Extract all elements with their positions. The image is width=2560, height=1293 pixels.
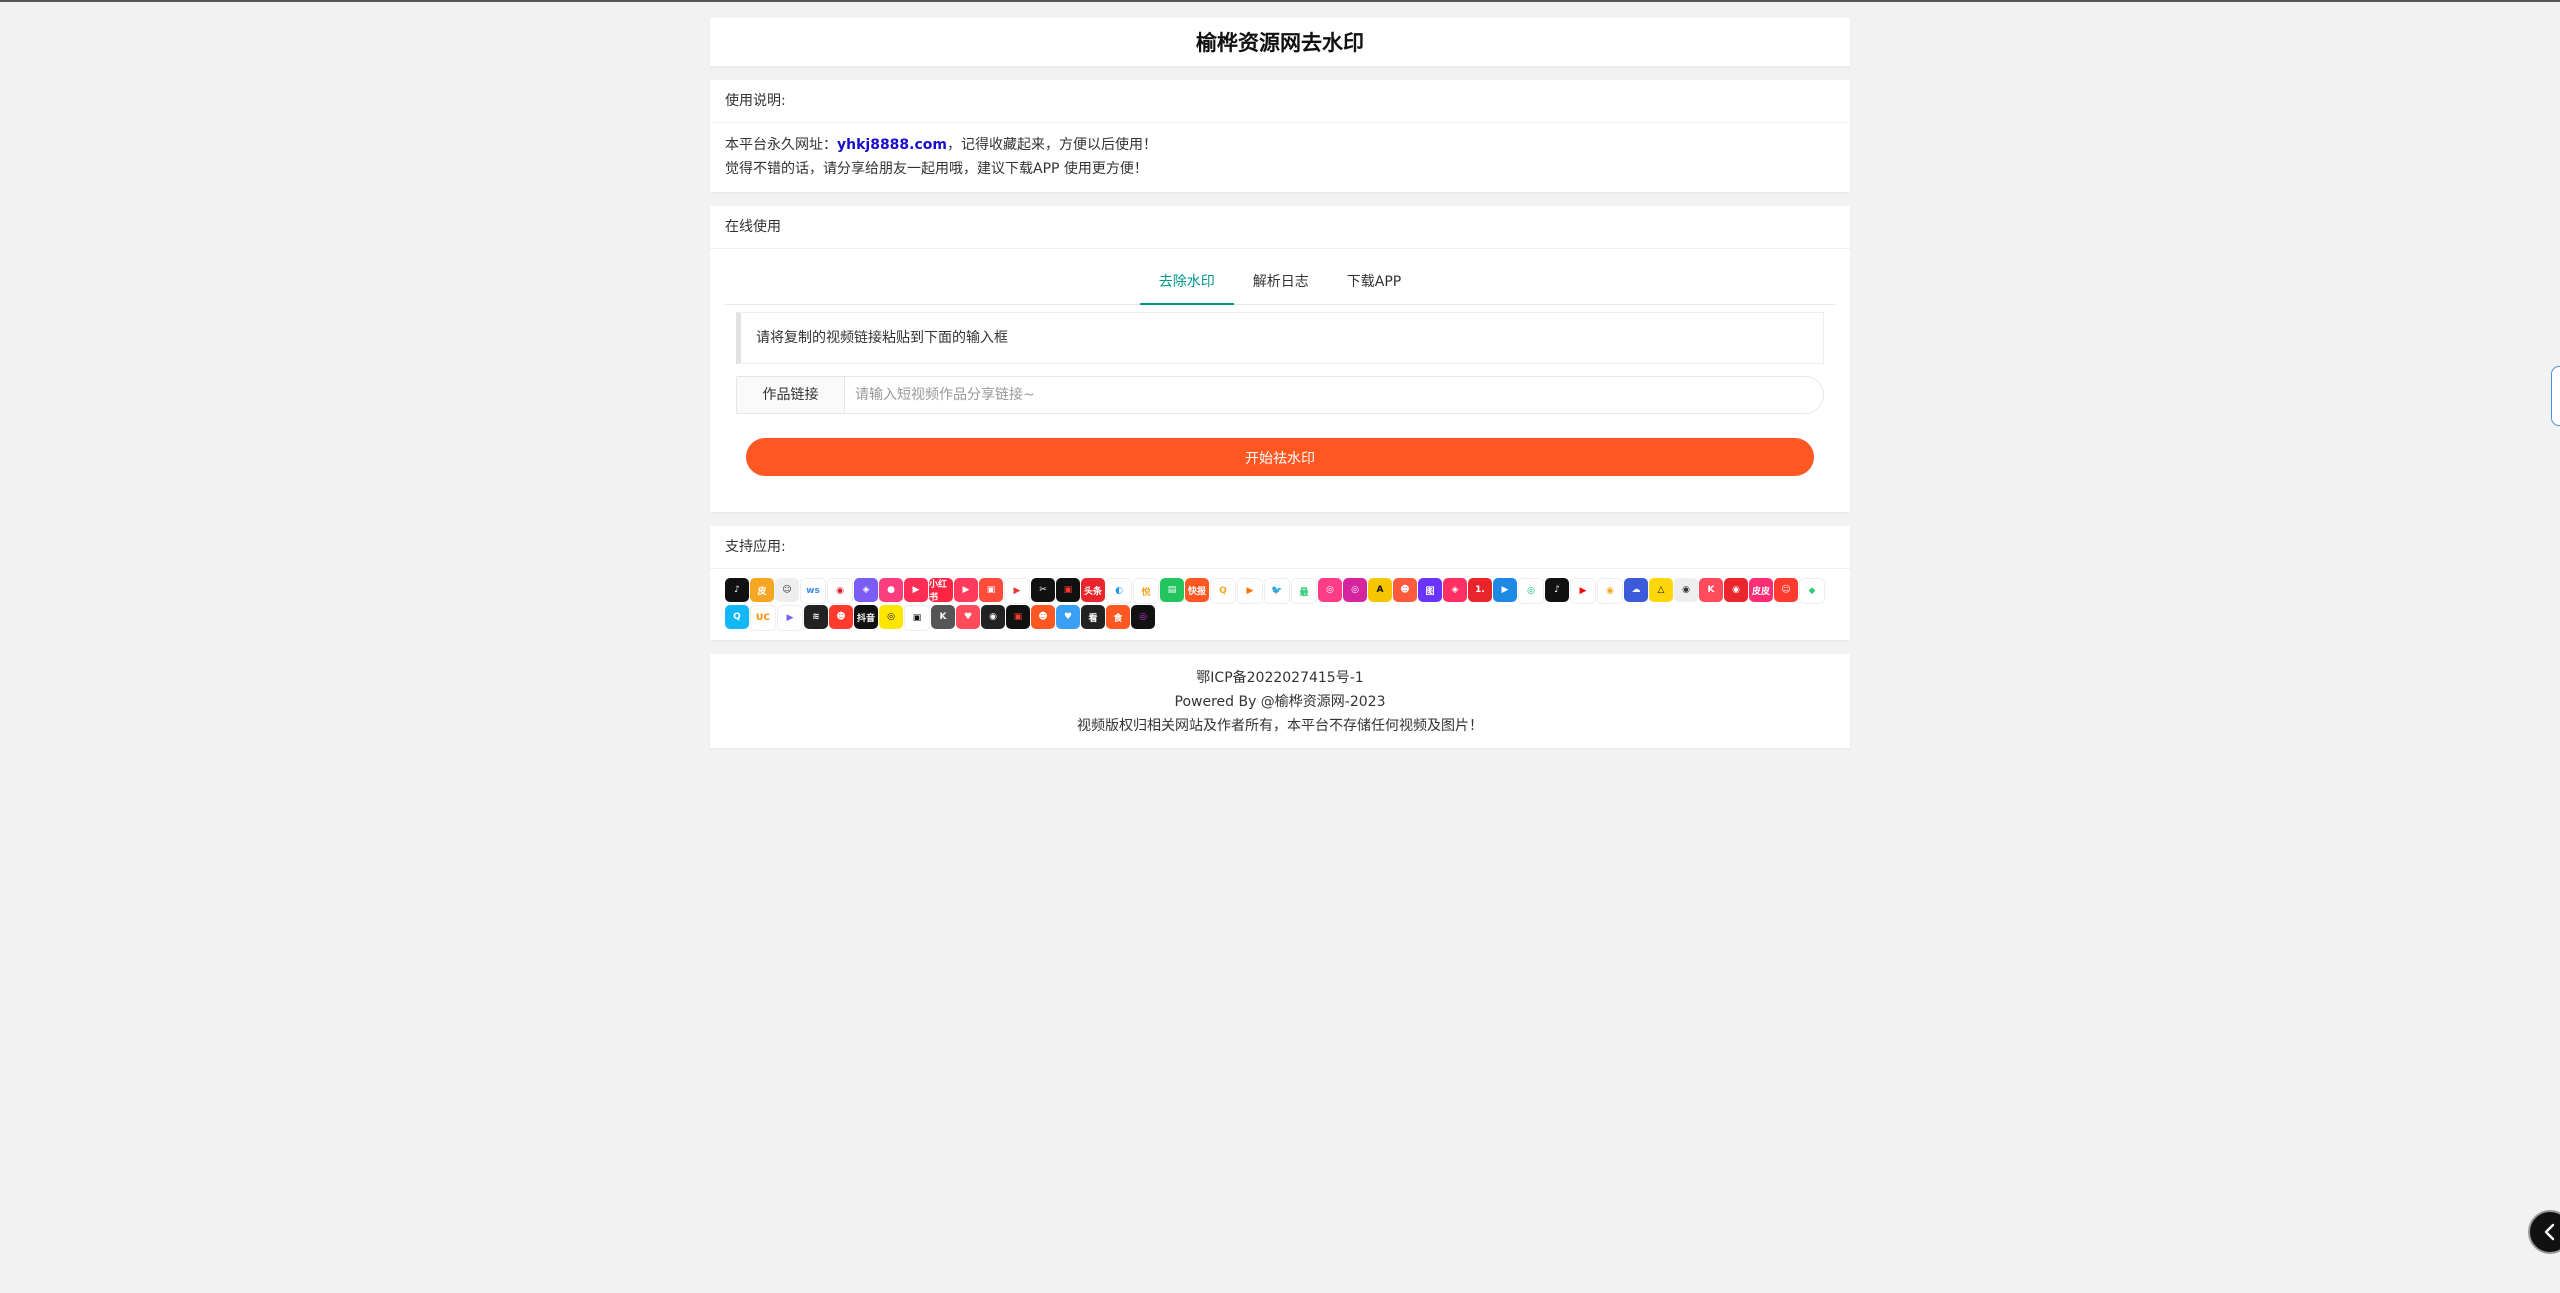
haokan-icon: ▣ [979, 578, 1003, 602]
dayu-icon: ☻ [1393, 578, 1417, 602]
notice-line-1: 本平台永久网址：yhkj8888.com，记得收藏起来，方便以后使用！ [725, 133, 1835, 157]
notice-body: 本平台永久网址：yhkj8888.com，记得收藏起来，方便以后使用！ 觉得不错… [710, 123, 1850, 191]
shipin-icon: 食 [1106, 605, 1130, 629]
video-link-input[interactable] [844, 376, 1824, 414]
zhiyin-icon: ▣ [1006, 605, 1030, 629]
huya-icon: ☻ [829, 605, 853, 629]
kuaishou-face-icon: ☺ [775, 578, 799, 602]
weibo-icon: ◉ [827, 578, 853, 604]
dy-black-icon: ▣ [904, 605, 930, 631]
qq-icon: Q [725, 605, 749, 629]
fanqie-icon: 抖音 [854, 605, 878, 629]
tuchong-icon: 图 [1418, 578, 1442, 602]
tiktok-lite-icon: ◉ [981, 605, 1005, 629]
youtube-icon: ▶ [1570, 578, 1596, 604]
kuaibao-icon: 快报 [1185, 578, 1209, 602]
douyin-icon: ♪ [725, 578, 749, 602]
online-use-card: 在线使用 去除水印 解析日志 下载APP 请将复制的视频链接粘贴到下面的输入框 … [710, 206, 1850, 512]
xiaohongshu-icon: 小红书 [929, 578, 953, 602]
bilibili-pink-icon: ● [879, 578, 903, 602]
lvdou-icon: ◆ [1799, 578, 1825, 604]
toutiao-icon: 头条 [1081, 578, 1105, 602]
jianying-icon: ✂ [1031, 578, 1055, 602]
quanmin-icon: ▶ [904, 578, 928, 602]
meishi-icon: ☺ [1774, 578, 1798, 602]
circle-app-icon: ◎ [1131, 605, 1155, 629]
tab-bar: 去除水印 解析日志 下载APP [725, 262, 1835, 305]
chevron-left-icon [2544, 1223, 2555, 1241]
tab-remove-watermark[interactable]: 去除水印 [1139, 262, 1234, 305]
momo-live-icon: ▶ [1237, 578, 1263, 604]
back-button[interactable] [2528, 1210, 2560, 1254]
kwai-icon: K [931, 605, 955, 629]
iqiyi-icon: ◎ [1518, 578, 1544, 604]
netease-music-icon: ◉ [1724, 578, 1748, 602]
momo-icon: ◎ [1318, 578, 1342, 602]
iqiyi-green-icon: ▤ [1160, 578, 1184, 602]
qq-chat-icon: ☁ [1624, 578, 1648, 602]
online-heading: 在线使用 [710, 206, 1850, 249]
shuabao-icon: △ [1649, 578, 1673, 602]
site-url-link[interactable]: yhkj8888.com [837, 137, 947, 153]
xigua-icon: ▣ [1056, 578, 1080, 602]
pipixia-icon: 皮 [750, 578, 774, 602]
weixin-video-icon: ♥ [1056, 605, 1080, 629]
notice-prefix: 本平台永久网址： [725, 137, 837, 153]
link-input-row: 作品链接 [736, 376, 1824, 414]
lvzhou-icon: ◈ [854, 578, 878, 602]
usage-notice-card: 使用说明: 本平台永久网址：yhkj8888.com，记得收藏起来，方便以后使用… [710, 80, 1850, 192]
title-card: 榆桦资源网去水印 [710, 18, 1850, 66]
zhibo-icon: ▶ [777, 605, 803, 631]
play-triangle-icon: ▶ [1004, 578, 1030, 604]
weishi-icon: ws [800, 578, 826, 604]
weibo-story-icon: ◉ [1597, 578, 1623, 604]
link-input-label: 作品链接 [736, 376, 844, 414]
copyright-disclaimer: 视频版权归相关网站及作者所有，本平台不存储任何视频及图片！ [1077, 718, 1483, 734]
tiktok-icon: ♪ [1545, 578, 1569, 602]
pipigx-icon: 皮皮 [1749, 578, 1773, 602]
notice-heading: 使用说明: [710, 80, 1850, 123]
kge-icon: K [1699, 578, 1723, 602]
kankan-icon: 看 [1081, 605, 1105, 629]
acfun-icon: A [1368, 578, 1392, 602]
weiyue-icon: 悦 [1133, 578, 1159, 604]
tab-download-app[interactable]: 下载APP [1328, 262, 1420, 303]
page-title: 榆桦资源网去水印 [1196, 31, 1364, 55]
start-remove-watermark-button[interactable]: 开始祛水印 [746, 438, 1814, 476]
huoshan-icon: ☻ [1031, 605, 1055, 629]
notice-suffix: ，记得收藏起来，方便以后使用！ [947, 137, 1157, 153]
lofter-icon: ≋ [804, 605, 828, 629]
tab-parse-log[interactable]: 解析日志 [1234, 262, 1328, 303]
apps-icon-grid: ♪ 皮 ☺ ws ◉ ◈ ● ▶ 小红书 ▶ ▣ ▶ ✂ ▣ 头条 ◐ 悦 ▤ 快报 Q ▶ 🐦 最 ◎ ◎ A ☻ 图 ◈ 1. ▶ ◎ ♪ ▶… [725, 578, 1835, 631]
yidian-icon: 1. [1468, 578, 1492, 602]
douyin-lite-icon: ◎ [879, 605, 903, 629]
meipai-icon: ▶ [954, 578, 978, 602]
kuaishou-lite-icon: ◐ [1106, 578, 1132, 604]
paste-hint: 请将复制的视频链接粘贴到下面的输入框 [736, 312, 1824, 364]
quwei-icon: Q [1210, 578, 1236, 604]
instagram-icon: ◎ [1343, 578, 1367, 602]
douyu-icon: ♥ [956, 605, 980, 629]
twitter-icon: 🐦 [1264, 578, 1290, 604]
zuiyou-icon: 最 [1291, 578, 1317, 604]
supported-apps-card: 支持应用: ♪ 皮 ☺ ws ◉ ◈ ● ▶ 小红书 ▶ ▣ ▶ ✂ ▣ 头条 ◐ 悦 ▤ 快报 Q ▶ 🐦 最 ◎ ◎ A ☻ 图 ◈… [710, 526, 1850, 640]
powered-by: Powered By @榆桦资源网-2023 [1174, 694, 1386, 710]
side-float-tab[interactable] [2551, 366, 2560, 426]
tencent-video-icon: ▶ [1493, 578, 1517, 602]
eye-app-icon: ◉ [1674, 578, 1698, 602]
icp-record[interactable]: 鄂ICP备2022027415号-1 [710, 666, 1850, 690]
notice-line-2: 觉得不错的话，请分享给朋友一起用哦，建议下载APP 使用更方便！ [725, 161, 1148, 177]
footer-card: 鄂ICP备2022027415号-1 Powered By @榆桦资源网-202… [710, 654, 1850, 748]
uc-icon: UC [750, 605, 776, 631]
youku-icon: ◈ [1443, 578, 1467, 602]
apps-heading: 支持应用: [710, 526, 1850, 569]
